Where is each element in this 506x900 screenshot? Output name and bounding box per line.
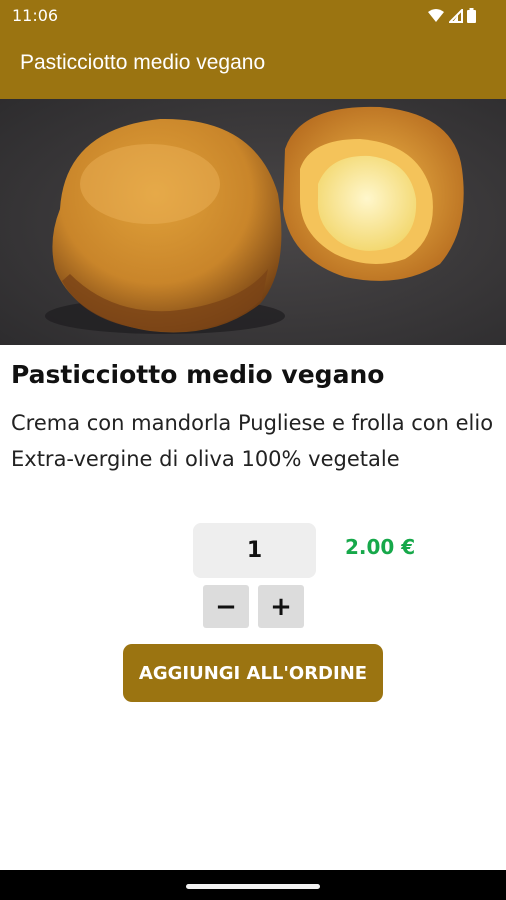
wifi-icon	[428, 8, 444, 22]
navigation-bar	[0, 870, 506, 900]
quantity-field[interactable]: 1	[193, 523, 316, 578]
home-gesture-handle[interactable]	[186, 884, 320, 889]
app-bar-title: Pasticciotto medio vegano	[20, 51, 266, 74]
app-header: 11:06 Pasticciotto medio vegano	[0, 0, 506, 99]
add-to-order-button[interactable]: AGGIUNGI ALL'ORDINE	[123, 644, 383, 702]
battery-icon	[467, 8, 476, 23]
product-description: Crema con mandorla Pugliese e frolla con…	[11, 411, 494, 471]
status-time: 11:06	[12, 6, 59, 25]
increase-quantity-button[interactable]: +	[258, 585, 304, 628]
decrease-quantity-button[interactable]: −	[203, 585, 249, 628]
product-price: 2.00 €	[345, 535, 416, 559]
status-bar: 11:06	[0, 0, 506, 32]
product-title: Pasticciotto medio vegano	[11, 360, 385, 389]
product-image	[0, 99, 506, 345]
status-icons	[427, 8, 476, 23]
signal-icon	[449, 8, 463, 23]
